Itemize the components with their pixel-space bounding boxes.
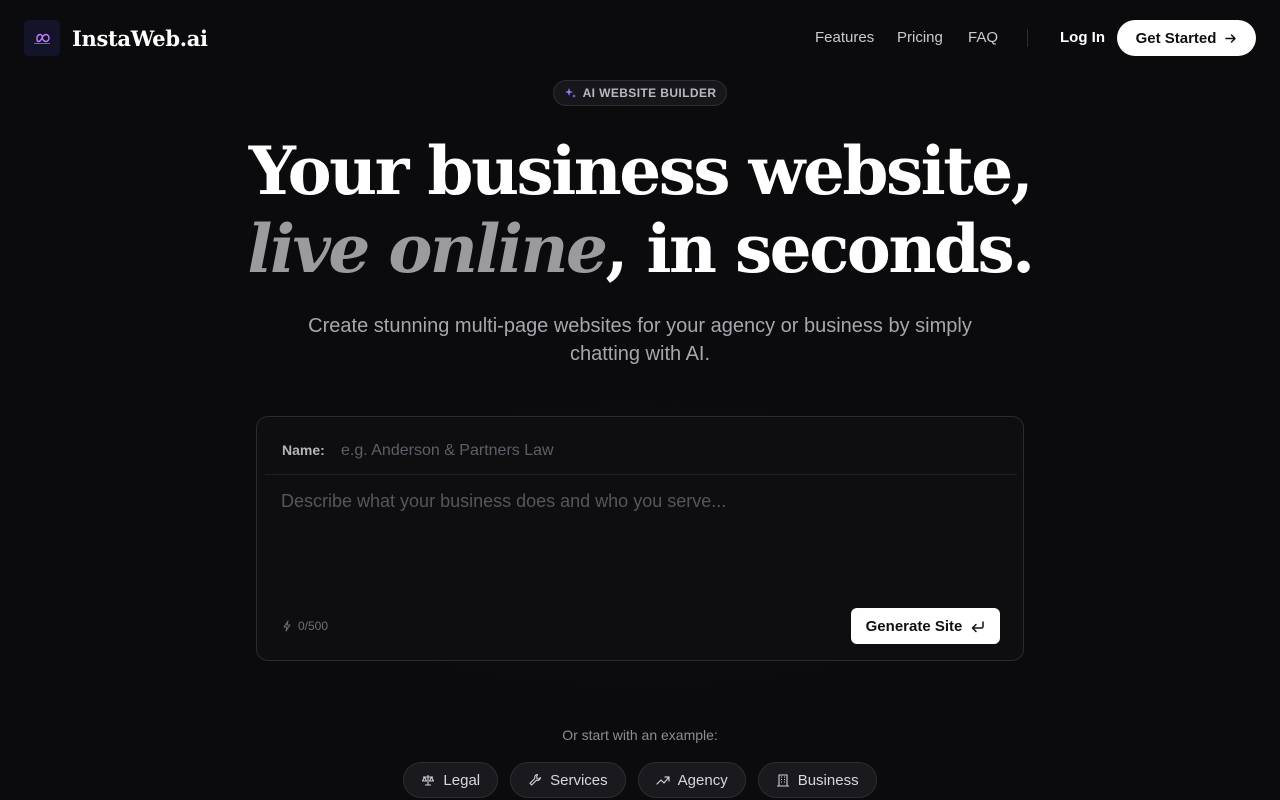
chip-label: Business	[797, 771, 859, 789]
infinity-logo-icon	[34, 33, 50, 44]
counter-text: 0/500	[298, 619, 329, 633]
get-started-label: Get Started	[1135, 29, 1217, 47]
scale-icon	[422, 775, 435, 786]
chip-label: Legal	[443, 771, 481, 789]
brand-name[interactable]: InstaWeb.ai	[72, 26, 208, 51]
enter-icon	[972, 620, 985, 632]
trend-up-icon	[656, 776, 670, 785]
example-chips: Legal Services Agency Business	[0, 762, 1280, 798]
hero-line-2: , in seconds.	[605, 210, 1035, 288]
example-chip-business[interactable]: Business	[757, 762, 877, 798]
example-chip-services[interactable]: Services	[510, 762, 626, 798]
hero-title: Your business website, live online, in s…	[0, 132, 1280, 288]
wrench-icon	[529, 773, 542, 786]
login-link[interactable]: Log In	[1060, 29, 1105, 46]
character-counter: 0/500	[282, 619, 328, 633]
logo[interactable]	[24, 20, 60, 56]
generate-label: Generate Site	[865, 617, 963, 635]
badge-label: AI WEBSITE BUILDER	[582, 86, 717, 100]
arrow-right-icon	[1225, 33, 1237, 43]
chip-label: Agency	[677, 771, 728, 789]
nav-pricing[interactable]: Pricing	[897, 29, 943, 46]
nav-features[interactable]: Features	[815, 29, 874, 46]
generator-card: Name: 0/500 Generate Site	[256, 416, 1024, 661]
nav-divider	[1027, 29, 1028, 47]
example-chip-legal[interactable]: Legal	[403, 762, 499, 798]
bolt-icon	[283, 620, 291, 632]
hero-line-1: Your business website,	[248, 132, 1034, 210]
examples-label: Or start with an example:	[562, 727, 718, 743]
site-header: InstaWeb.ai Features Pricing FAQ Log In …	[0, 0, 1280, 76]
nav-faq[interactable]: FAQ	[968, 29, 998, 46]
get-started-button[interactable]: Get Started	[1117, 20, 1256, 56]
building-icon	[776, 774, 789, 787]
card-divider	[265, 474, 1017, 475]
hero-italic-text: live online	[247, 210, 608, 288]
example-chip-agency[interactable]: Agency	[637, 762, 746, 798]
business-description-input[interactable]	[281, 491, 1001, 591]
name-label: Name:	[282, 442, 325, 458]
ai-badge: AI WEBSITE BUILDER	[553, 80, 727, 106]
generate-site-button[interactable]: Generate Site	[851, 608, 1000, 644]
chip-label: Services	[550, 771, 608, 789]
business-name-input[interactable]	[341, 437, 1001, 465]
hero-subtitle: Create stunning multi-page websites for …	[308, 315, 972, 365]
sparkle-icon	[564, 88, 576, 98]
